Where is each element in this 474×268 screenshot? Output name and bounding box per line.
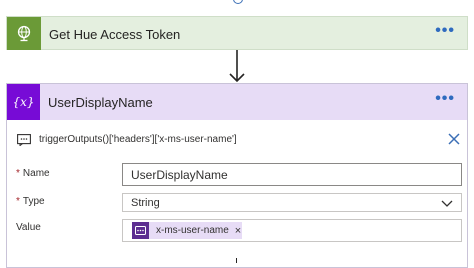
value-label: Value [16,222,41,233]
flow-arrow-icon [229,50,245,83]
flow-connector-top [233,0,243,10]
dynamic-content-token[interactable]: x-ms-user-name × [132,222,242,239]
peek-expression: triggerOutputs()['headers']['x-ms-user-n… [39,134,237,145]
close-icon[interactable] [447,132,461,146]
name-field[interactable]: UserDisplayName [122,163,462,186]
flow-connector-bottom [236,258,237,263]
action-card-header[interactable]: {x} UserDisplayName ••• [7,84,467,120]
globe-icon [7,17,41,50]
more-options-button[interactable]: ••• [435,22,455,40]
type-label: * Type [16,196,45,207]
action-title: UserDisplayName [48,95,153,110]
action-card-get-hue-access-token[interactable]: Get Hue Access Token ••• [6,16,468,50]
required-marker: * [16,168,20,179]
request-trigger-icon [132,222,149,239]
name-field-value: UserDisplayName [131,168,228,182]
remove-token-button[interactable]: × [235,225,241,237]
action-title: Get Hue Access Token [49,27,181,42]
value-field[interactable]: x-ms-user-name × [122,219,462,242]
type-label-text: Type [22,196,45,207]
peek-code-icon[interactable] [17,134,31,146]
token-label: x-ms-user-name [156,225,229,236]
name-label: * Name [16,168,50,179]
more-options-button[interactable]: ••• [435,90,455,108]
name-label-text: Name [22,168,50,179]
type-dropdown[interactable]: String [122,193,462,212]
action-card-user-display-name: {x} UserDisplayName ••• triggerOutputs()… [6,83,468,268]
peek-code-row: triggerOutputs()['headers']['x-ms-user-n… [17,133,465,149]
variable-icon-text: {x} [12,95,35,109]
type-dropdown-value: String [131,197,160,209]
variable-icon: {x} [7,84,40,120]
required-marker: * [16,196,20,207]
chevron-down-icon [441,200,453,207]
